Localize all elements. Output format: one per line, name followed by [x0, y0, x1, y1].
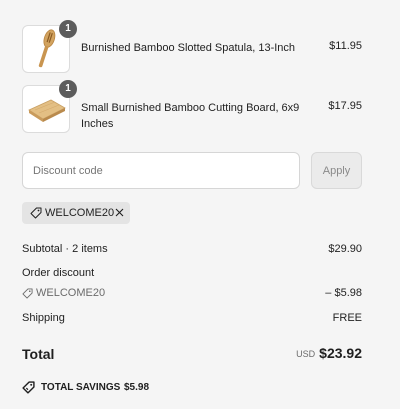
subtotal-row: Subtotal · 2 items $29.90 [22, 243, 362, 255]
apply-button[interactable]: Apply [311, 152, 362, 189]
close-icon[interactable] [114, 207, 125, 218]
shipping-value: FREE [332, 312, 362, 324]
product-thumbnail: 1 [22, 20, 77, 73]
line-item: 1 Burnished Bamboo Slotted Spatula, 13-I… [22, 20, 362, 73]
total-label: Total [22, 346, 55, 362]
order-discount-label: Order discount [22, 267, 95, 279]
shipping-row: Shipping FREE [22, 312, 362, 324]
subtotal-value: $29.90 [328, 243, 362, 255]
product-name: Small Burnished Bamboo Cutting Board, 6x… [81, 102, 300, 130]
shipping-label: Shipping [22, 312, 65, 324]
savings-tag-icon [22, 381, 35, 394]
subtotal-label: Subtotal · 2 items [22, 243, 108, 255]
line-item: 1 Small Burnished Bamboo Cutting Board, … [22, 80, 362, 133]
product-price: $17.95 [328, 100, 362, 112]
discount-code-name: WELCOME20 [36, 287, 106, 299]
applied-discount-chip: WELCOME20 [22, 202, 130, 224]
currency-code: USD [296, 349, 316, 359]
applied-discount-code: WELCOME20 [45, 207, 115, 219]
tag-icon [22, 288, 33, 299]
product-price: $11.95 [329, 40, 362, 52]
order-discount-row: Order discount [22, 267, 362, 279]
product-name: Burnished Bamboo Slotted Spatula, 13-Inc… [81, 42, 296, 54]
total-savings-amount: $5.98 [124, 382, 150, 393]
discount-code-input[interactable] [22, 152, 300, 189]
discount-value: – $5.98 [325, 287, 362, 299]
quantity-badge: 1 [59, 80, 77, 98]
total-amount: $23.92 [319, 345, 362, 361]
quantity-badge: 1 [59, 20, 77, 38]
total-amount-group: USD $23.92 [296, 345, 362, 363]
product-thumbnail: 1 [22, 80, 77, 133]
tag-icon [30, 207, 42, 219]
total-savings-label: TOTAL SAVINGS [41, 382, 121, 393]
